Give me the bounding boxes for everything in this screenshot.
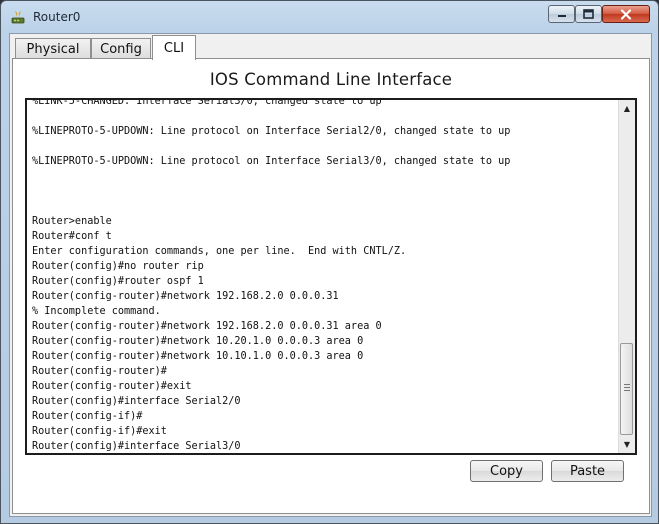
close-icon [620,8,632,20]
grip-line [624,387,630,388]
terminal-line: % Incomplete command. [32,306,161,317]
maximize-icon [583,9,594,19]
app-window: Router0 Physical Config CLI IOS Command … [0,0,659,524]
grip-line [624,390,630,391]
terminal-line: Router(config)#router ospf 1 [32,276,204,287]
terminal-line: Router(config)#interface Serial3/0 [32,441,241,452]
grip-line [624,384,630,385]
terminal-line: Router(config-router)#network 192.168.2.… [32,291,339,302]
tab-cli[interactable]: CLI [152,35,196,60]
tab-physical[interactable]: Physical [15,38,91,59]
terminal-line: Router(config-router)# [32,366,167,377]
title-bar[interactable]: Router0 [1,1,658,31]
terminal-line: Router(config)#interface Serial2/0 [32,396,241,407]
scrollbar-thumb[interactable] [620,343,633,435]
minimize-icon [557,15,566,17]
terminal-output[interactable]: %LINK-5-CHANGED: Interface Serial3/0, ch… [32,98,617,455]
tab-config[interactable]: Config [91,38,151,59]
terminal-line: Router(config-router)#network 10.10.1.0 … [32,351,364,362]
close-button[interactable] [602,5,650,23]
copy-button[interactable]: Copy [470,460,543,482]
window-title: Router0 [33,10,81,24]
terminal-line: Router(config-router)#exit [32,381,192,392]
terminal-scrollbar[interactable]: ▲ ▼ [618,100,635,453]
cli-heading: IOS Command Line Interface [209,70,453,89]
terminal-line: Enter configuration commands, one per li… [32,246,407,257]
terminal-line: Router(config-if)# [32,411,143,422]
terminal-line: Router(config-if)#exit [32,426,167,437]
terminal-line: Router(config-if)# [32,454,617,455]
router-app-icon [10,9,26,25]
terminal-line: Router>enable [32,216,112,227]
window-client-area: Physical Config CLI IOS Command Line Int… [9,33,652,517]
cli-terminal[interactable]: %LINK-5-CHANGED: Interface Serial3/0, ch… [25,98,637,455]
tab-bar: Physical Config CLI [12,35,653,60]
cli-tab-panel: IOS Command Line Interface %LINK-5-CHANG… [12,58,650,514]
terminal-line: Router(config-router)#network 192.168.2.… [32,321,382,332]
scroll-up-arrow-icon[interactable]: ▲ [619,100,635,117]
terminal-line: Router(config)#no router rip [32,261,204,272]
terminal-line: Router(config-router)#network 10.20.1.0 … [32,336,364,347]
terminal-line: %LINEPROTO-5-UPDOWN: Line protocol on In… [32,156,511,167]
terminal-line: %LINK-5-CHANGED: Interface Serial3/0, ch… [32,98,382,107]
maximize-button[interactable] [575,5,602,23]
minimize-button[interactable] [548,5,575,23]
terminal-line: %LINEPROTO-5-UPDOWN: Line protocol on In… [32,126,511,137]
scroll-down-arrow-icon[interactable]: ▼ [619,436,635,453]
paste-button[interactable]: Paste [551,460,624,482]
terminal-line: Router#conf t [32,231,112,242]
